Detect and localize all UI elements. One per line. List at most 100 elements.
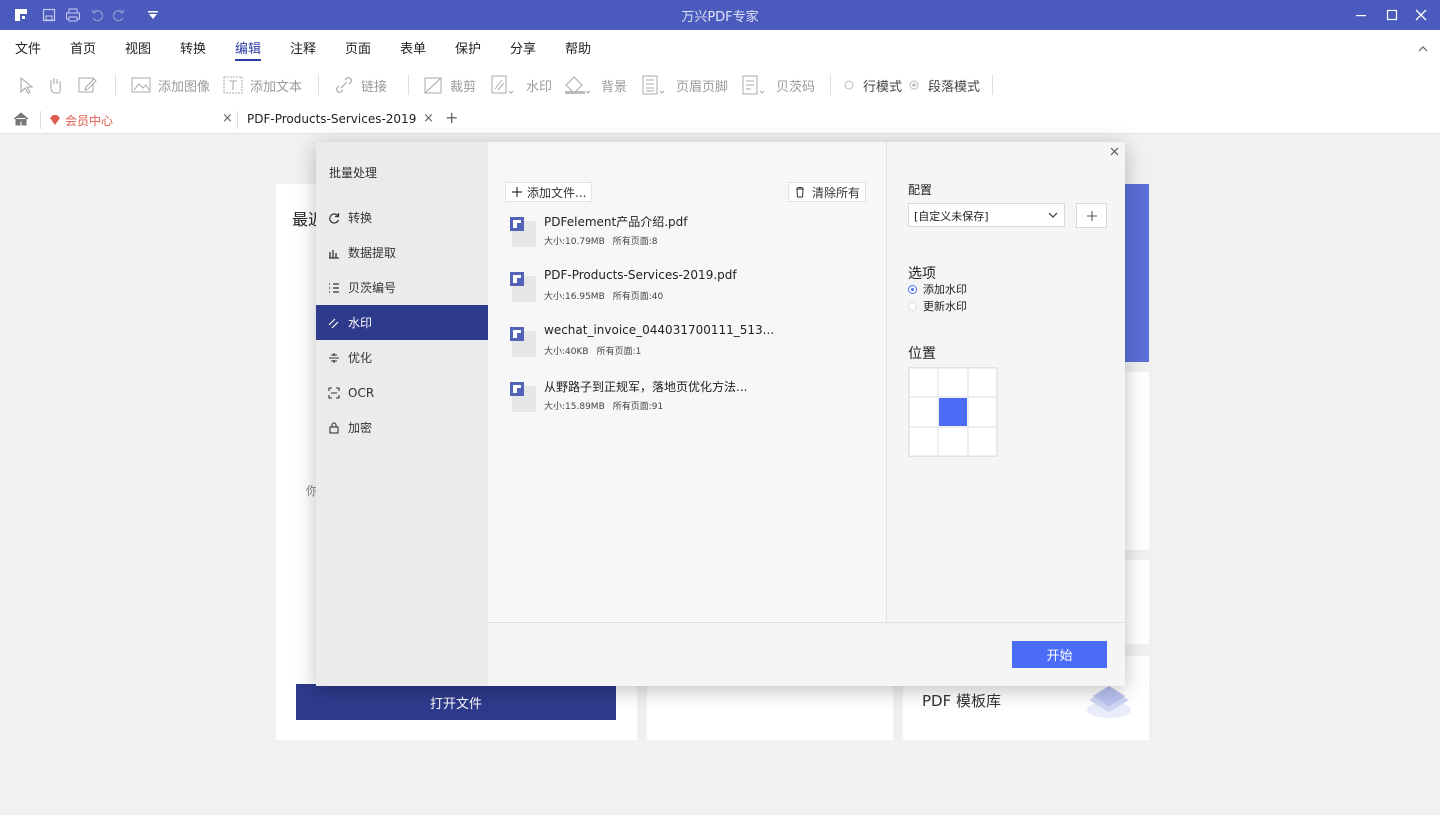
tab-document[interactable]: PDF-Products-Services-2019	[247, 112, 416, 126]
menu-comment[interactable]: 注释	[290, 38, 316, 57]
position-cell-top-center[interactable]	[938, 368, 968, 398]
file-size: 大小:10.79MB	[544, 237, 605, 247]
pdf-file-icon	[510, 327, 536, 357]
dialog-close-icon[interactable]	[1110, 145, 1119, 160]
sidebar-item-ocr[interactable]: OCR	[316, 375, 488, 410]
sidebar-item-convert[interactable]: 转换	[316, 200, 488, 235]
file-size: 大小:15.89MB	[544, 402, 605, 412]
minimize-icon[interactable]	[1352, 6, 1370, 24]
background-label: 背景	[601, 79, 628, 95]
home-icon[interactable]	[12, 111, 30, 131]
maximize-icon[interactable]	[1383, 6, 1401, 24]
pdf-file-icon	[510, 382, 536, 412]
add-files-button[interactable]: 添加文件...	[505, 182, 593, 202]
paragraph-mode-radio[interactable]: 段落模式	[908, 74, 980, 96]
collapse-ribbon-icon[interactable]	[1418, 42, 1428, 57]
file-name: PDF-Products-Services-2019.pdf	[544, 268, 737, 282]
sidebar-item-watermark[interactable]: 水印	[316, 305, 488, 340]
bates-number-icon	[742, 75, 765, 95]
file-list-item[interactable]: 从野路子到正规军，落地页优化方法... 大小:15.89MB 所有页面:91	[510, 378, 870, 418]
refresh-icon	[329, 212, 340, 224]
sidebar-item-optimize[interactable]: 优化	[316, 340, 488, 375]
header-footer-button[interactable]: 页眉页脚	[640, 74, 728, 96]
sidebar-item-label: 转换	[348, 211, 373, 225]
link-icon	[336, 77, 352, 93]
add-image-label: 添加图像	[158, 79, 211, 95]
position-cell-top-left[interactable]	[909, 368, 939, 398]
title-bar: 万兴PDF专家	[0, 0, 1440, 30]
close-icon[interactable]	[1412, 6, 1430, 24]
paragraph-mode-label: 段落模式	[928, 79, 981, 95]
menu-share[interactable]: 分享	[510, 38, 536, 57]
file-list-item[interactable]: PDF-Products-Services-2019.pdf 大小:16.95M…	[510, 268, 870, 308]
sidebar-item-label: 贝茨编号	[348, 281, 397, 295]
sidebar-item-bates[interactable]: 贝茨编号	[316, 270, 488, 305]
add-config-button[interactable]	[1076, 203, 1107, 228]
batch-sidebar: 批量处理 转换 数据提取 贝茨编号 水印 优化 OCR 加密	[316, 142, 488, 686]
sidebar-item-data-extract[interactable]: 数据提取	[316, 235, 488, 270]
sidebar-item-label: OCR	[348, 385, 375, 400]
batch-process-dialog: 批量处理 转换 数据提取 贝茨编号 水印 优化 OCR 加密 添加文件... 清…	[316, 142, 1125, 686]
add-files-label: 添加文件...	[527, 185, 587, 200]
sidebar-item-encrypt[interactable]: 加密	[316, 410, 488, 445]
menu-convert[interactable]: 转换	[180, 38, 206, 57]
file-meta: 大小:10.79MB 所有页面:8	[544, 234, 666, 247]
position-cell-top-right[interactable]	[967, 368, 997, 398]
position-cell-middle-right[interactable]	[967, 397, 997, 427]
position-cell-bottom-right[interactable]	[967, 426, 997, 456]
file-list-item[interactable]: wechat_invoice_044031700111_513... 大小:40…	[510, 323, 870, 363]
menu-home[interactable]: 首页	[70, 38, 96, 57]
file-pages: 所有页面:91	[612, 402, 664, 412]
line-mode-radio[interactable]: 行模式	[843, 74, 902, 96]
bates-button[interactable]: 贝茨码	[740, 74, 815, 96]
file-meta: 大小:16.95MB 所有页面:40	[544, 289, 671, 302]
menu-file[interactable]: 文件	[15, 38, 41, 57]
text-box-icon	[223, 76, 243, 94]
add-image-button[interactable]: 添加图像	[130, 74, 210, 96]
menu-page[interactable]: 页面	[345, 38, 371, 57]
menu-help[interactable]: 帮助	[565, 38, 591, 57]
menu-view[interactable]: 视图	[125, 38, 151, 57]
scan-icon	[328, 386, 340, 399]
tab-member-center[interactable]: 会员中心	[65, 112, 113, 129]
add-watermark-label: 添加水印	[923, 283, 967, 296]
add-text-label: 添加文本	[250, 79, 303, 95]
line-mode-label: 行模式	[863, 79, 903, 95]
dialog-title: 批量处理	[329, 166, 378, 180]
position-cell-center[interactable]	[938, 397, 968, 427]
position-cell-bottom-left[interactable]	[909, 426, 939, 456]
hand-tool-icon[interactable]	[46, 74, 70, 96]
chevron-down-icon	[1048, 209, 1058, 222]
background-button[interactable]: 背景	[563, 74, 627, 96]
position-cell-middle-left[interactable]	[909, 397, 939, 427]
link-button[interactable]: 链接	[333, 74, 387, 96]
edit-tool-icon[interactable]	[77, 74, 103, 96]
menu-bar: 文件 首页 视图 转换 编辑 注释 页面 表单 保护 分享 帮助	[0, 30, 1440, 64]
tab-close-icon[interactable]: ×	[222, 111, 233, 126]
file-meta: 大小:15.89MB 所有页面:91	[544, 399, 671, 412]
file-list-item[interactable]: PDFelement产品介绍.pdf 大小:10.79MB 所有页面:8	[510, 213, 870, 253]
config-select[interactable]: [自定义未保存]	[908, 203, 1065, 227]
menu-form[interactable]: 表单	[400, 38, 426, 57]
header-footer-label: 页眉页脚	[676, 79, 729, 95]
clear-all-button[interactable]: 清除所有	[787, 182, 866, 202]
add-watermark-radio[interactable]: 添加水印	[908, 281, 967, 297]
menu-edit[interactable]: 编辑	[235, 38, 262, 61]
file-size: 大小:40KB	[544, 347, 589, 357]
position-cell-bottom-center[interactable]	[938, 426, 968, 456]
background-icon	[565, 76, 591, 94]
select-tool-icon[interactable]	[16, 74, 40, 96]
image-icon	[131, 77, 151, 93]
start-button[interactable]: 开始	[1012, 641, 1107, 668]
watermark-button[interactable]: 水印	[490, 74, 552, 96]
add-text-button[interactable]: 添加文本	[222, 74, 302, 96]
sidebar-item-label: 优化	[348, 351, 373, 365]
config-select-value: [自定义未保存]	[914, 210, 989, 223]
menu-protect[interactable]: 保护	[455, 38, 481, 57]
update-watermark-label: 更新水印	[923, 300, 967, 313]
tab-close-icon[interactable]: ×	[423, 111, 434, 126]
new-tab-icon[interactable]: +	[445, 108, 458, 127]
update-watermark-radio[interactable]: 更新水印	[908, 298, 967, 314]
open-file-button[interactable]: 打开文件	[296, 684, 616, 720]
crop-button[interactable]: 裁剪	[422, 74, 476, 96]
